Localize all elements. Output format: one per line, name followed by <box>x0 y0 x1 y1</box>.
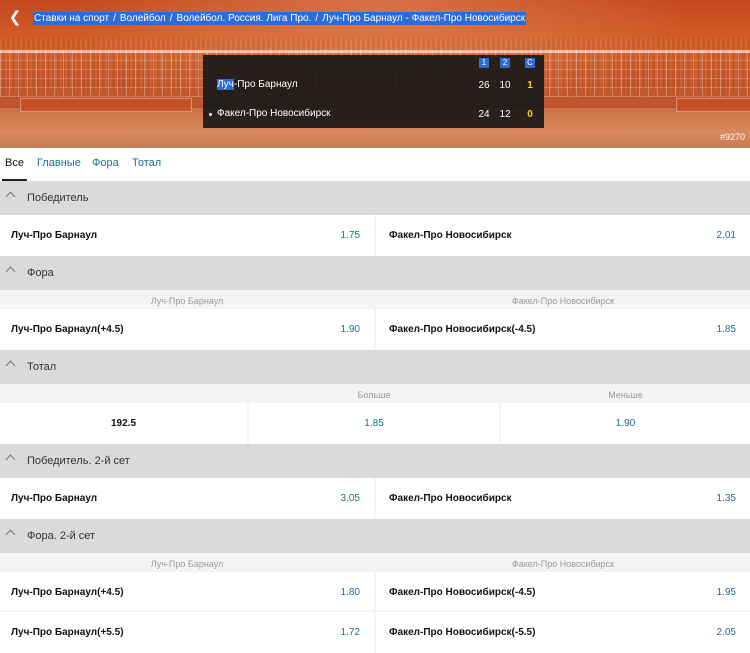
chevron-up-icon <box>5 529 16 540</box>
scoreboard-away-team: Факел-Про Новосибирск <box>217 108 331 119</box>
market-title: Победитель. 2-й сет <box>27 455 130 467</box>
outcome-odds: 1.80 <box>340 587 360 598</box>
home-team-name-rest: -Про Барнаул <box>233 79 298 90</box>
market-row: Луч-Про Барнаул 1.75 Факел-Про Новосибир… <box>0 215 750 256</box>
chevron-up-icon <box>5 360 16 371</box>
scoreboard-header-set2: 2 <box>500 58 510 68</box>
outcome-name: Факел-Про Новосибирск(-4.5) <box>389 324 536 335</box>
ad-board <box>20 98 192 112</box>
breadcrumb-separator: / <box>110 11 119 25</box>
market-row: Луч-Про Барнаул(+4.5) 1.80 Факел-Про Нов… <box>0 572 750 613</box>
outcome-name: Луч-Про Барнаул(+5.5) <box>11 627 124 638</box>
odds-button-under[interactable]: 1.90 <box>501 403 750 444</box>
odds-button-away[interactable]: Факел-Про Новосибирск(-5.5) 2.05 <box>376 612 750 653</box>
breadcrumb-link-league[interactable]: Волейбол. Россия. Лига Про. <box>175 11 313 25</box>
outcome-odds: 2.01 <box>716 230 736 241</box>
outcome-odds: 1.90 <box>340 324 360 335</box>
market-row: 192.5 1.85 1.90 <box>0 403 750 444</box>
back-chevron-icon[interactable]: ❮ <box>6 9 24 27</box>
outcome-name: Луч-Про Барнаул <box>11 493 98 504</box>
match-id: #9270 <box>719 132 745 142</box>
odds-button-away[interactable]: Факел-Про Новосибирск(-4.5) 1.85 <box>376 309 750 350</box>
breadcrumb-link-sport-betting[interactable]: Ставки на спорт <box>33 11 111 25</box>
odds-button-over[interactable]: 1.85 <box>249 403 499 444</box>
tab-handicap[interactable]: Фора <box>89 148 122 179</box>
market-tabs: Все Главные Фора Тотал <box>0 148 750 182</box>
odds-button-away[interactable]: Факел-Про Новосибирск(-4.5) 1.95 <box>376 572 750 613</box>
breadcrumb-current-match[interactable]: Луч-Про Барнаул - Факел-Про Новосибирск <box>321 11 527 25</box>
scoreboard-header-sets: С <box>525 58 535 68</box>
outcome-name: Факел-Про Новосибирск <box>389 230 512 241</box>
outcome-odds: 2.05 <box>716 627 736 638</box>
total-line-value: 192.5 <box>110 418 137 429</box>
outcome-odds: 1.75 <box>340 230 360 241</box>
outcome-name: Луч-Про Барнаул(+4.5) <box>11 587 124 598</box>
market-title: Тотал <box>27 361 57 373</box>
chevron-up-icon <box>5 454 16 465</box>
home-set1-score: 26 <box>478 80 490 91</box>
breadcrumb-link-volleyball[interactable]: Волейбол <box>118 11 167 25</box>
odds-button-home[interactable]: Луч-Про Барнаул(+5.5) 1.72 <box>0 612 374 653</box>
market-header-winner[interactable]: Победитель <box>0 181 750 215</box>
away-set2-score: 12 <box>499 109 511 120</box>
odds-button-home[interactable]: Луч-Про Барнаул(+4.5) 1.90 <box>0 309 374 350</box>
scoreboard: 1 2 С Луч-Про Барнаул 26 10 1 Факел-Про … <box>203 55 544 128</box>
tab-all[interactable]: Все <box>2 148 27 181</box>
outcome-odds: 1.85 <box>716 324 736 335</box>
market-header-winner-set2[interactable]: Победитель. 2-й сет <box>0 444 750 478</box>
market-title: Победитель <box>27 192 89 204</box>
chevron-up-icon <box>5 266 16 277</box>
serving-indicator-icon <box>209 113 212 116</box>
away-sets-won: 0 <box>527 109 533 120</box>
home-sets-won: 1 <box>527 80 533 91</box>
market-row: Луч-Про Барнаул(+4.5) 1.90 Факел-Про Нов… <box>0 309 750 350</box>
market-title: Фора <box>27 267 54 279</box>
breadcrumb-separator: / <box>312 11 322 25</box>
odds-button-home[interactable]: Луч-Про Барнаул 1.75 <box>0 215 374 256</box>
outcome-name: Луч-Про Барнаул <box>11 230 98 241</box>
tab-total[interactable]: Тотал <box>129 148 164 179</box>
ad-board <box>676 98 750 112</box>
outcome-name: Факел-Про Новосибирск(-4.5) <box>389 587 536 598</box>
market-title: Фора. 2-й сет <box>27 530 96 542</box>
market-header-total[interactable]: Тотал <box>0 350 750 384</box>
odds-button-away[interactable]: Факел-Про Новосибирск 1.35 <box>376 478 750 519</box>
outcome-odds: 1.85 <box>364 418 384 429</box>
tab-main[interactable]: Главные <box>34 148 84 179</box>
chevron-up-icon <box>5 191 16 202</box>
outcome-odds: 1.72 <box>340 627 360 638</box>
scoreboard-header-set1: 1 <box>479 58 489 68</box>
odds-button-home[interactable]: Луч-Про Барнаул(+4.5) 1.80 <box>0 572 374 613</box>
scoreboard-home-team: Луч-Про Барнаул <box>217 79 298 90</box>
match-header-banner: ❮ Ставки на спорт / Волейбол / Волейбол.… <box>0 0 750 148</box>
market-header-handicap[interactable]: Фора <box>0 256 750 290</box>
outcome-name: Факел-Про Новосибирск(-5.5) <box>389 627 536 638</box>
away-set1-score: 24 <box>478 109 490 120</box>
outcome-odds: 1.90 <box>615 418 636 429</box>
outcome-odds: 1.95 <box>716 587 736 598</box>
breadcrumb-separator: / <box>166 11 176 25</box>
outcome-name: Луч-Про Барнаул(+4.5) <box>11 324 124 335</box>
outcome-odds: 1.35 <box>716 493 736 504</box>
total-line: 192.5 <box>0 403 247 444</box>
outcome-name: Факел-Про Новосибирск <box>389 493 512 504</box>
outcome-odds: 3.05 <box>340 493 360 504</box>
market-row: Луч-Про Барнаул(+5.5) 1.72 Факел-Про Нов… <box>0 610 750 653</box>
odds-button-away[interactable]: Факел-Про Новосибирск 2.01 <box>376 215 750 256</box>
odds-button-home[interactable]: Луч-Про Барнаул 3.05 <box>0 478 374 519</box>
market-header-handicap-set2[interactable]: Фора. 2-й сет <box>0 519 750 553</box>
market-row: Луч-Про Барнаул 3.05 Факел-Про Новосибир… <box>0 478 750 519</box>
home-set2-score: 10 <box>499 80 511 91</box>
home-team-highlight: Луч <box>217 79 234 90</box>
breadcrumb: Ставки на спорт / Волейбол / Волейбол. Р… <box>33 11 527 25</box>
